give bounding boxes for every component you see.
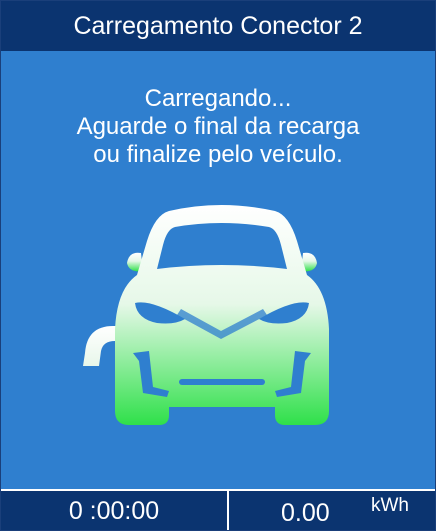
- charging-screen: Carregamento Conector 2 Carregando... Ag…: [0, 0, 436, 531]
- message-line-1: Carregando...: [144, 85, 292, 112]
- charging-status-bar: 0 :00:00 0.00 kWh: [1, 489, 435, 530]
- elapsed-time-display: 0 :00:00: [1, 491, 229, 530]
- electric-car-charging-icon: [83, 205, 329, 425]
- charging-message: Carregando... Aguarde o final da recarga…: [1, 85, 435, 169]
- message-line-3: ou finalize pelo veículo.: [93, 141, 343, 168]
- message-line-2: Aguarde o final da recarga: [76, 113, 360, 140]
- energy-unit: kWh: [371, 495, 409, 516]
- header-title: Carregamento Conector 2: [73, 11, 363, 40]
- energy-display: 0.00 kWh: [229, 491, 435, 530]
- energy-value: 0.00: [281, 499, 330, 527]
- elapsed-time-value: 0 :00:00: [68, 497, 160, 525]
- screen-header: Carregamento Conector 2: [1, 1, 435, 51]
